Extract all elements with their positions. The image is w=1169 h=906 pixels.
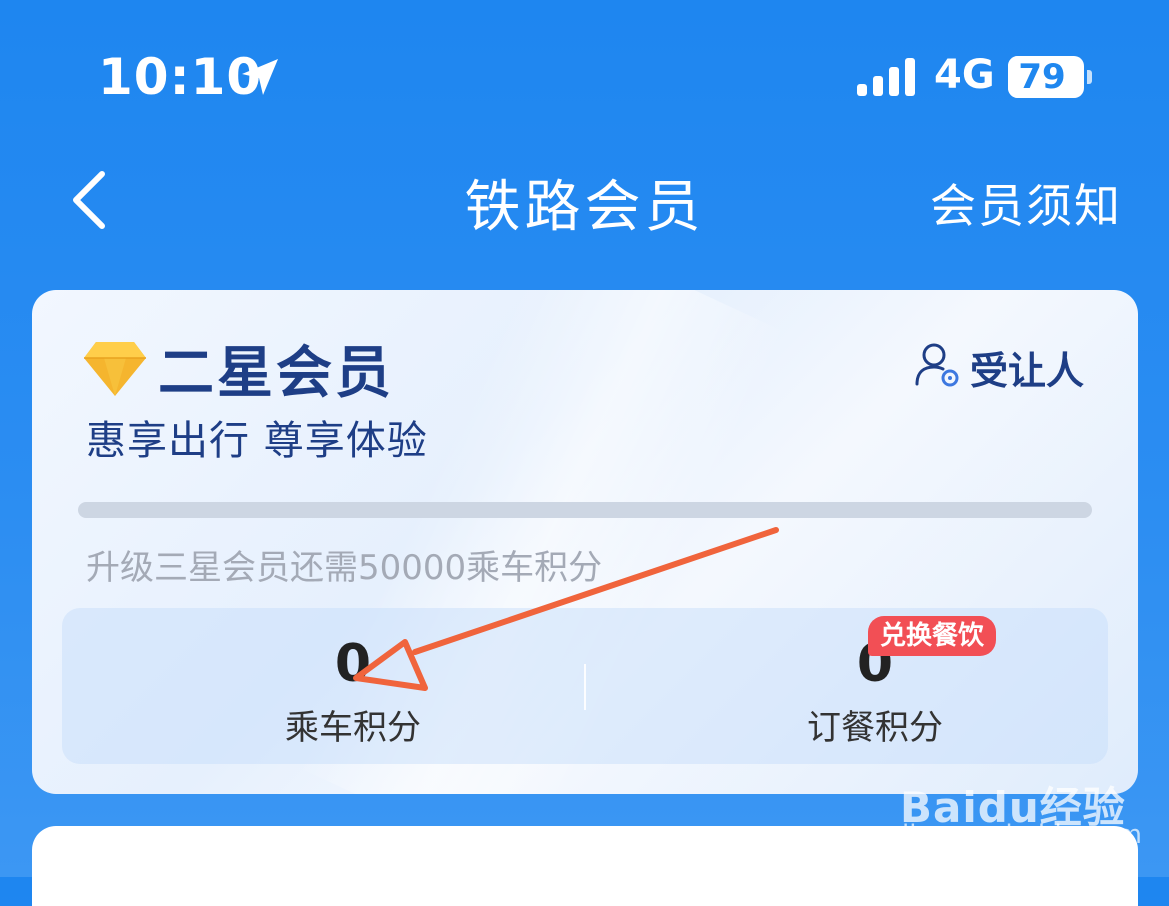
- points-divider: [584, 664, 586, 710]
- person-gear-icon[interactable]: [914, 340, 964, 390]
- member-notice-link[interactable]: 会员须知: [930, 170, 1122, 236]
- ride-points-label[interactable]: 乘车积分: [242, 700, 464, 749]
- redeem-meal-badge[interactable]: 兑换餐饮: [868, 616, 997, 656]
- signal-icon: [857, 58, 915, 96]
- battery-icon: 79: [1008, 56, 1084, 98]
- location-arrow-icon: [242, 59, 278, 95]
- ride-points-value[interactable]: 0: [302, 634, 404, 694]
- upgrade-progress-bar: [78, 502, 1092, 518]
- baidu-watermark-url: jingyan.baidu.com: [902, 820, 1142, 850]
- upgrade-hint: 升级三星会员还需50000乘车积分: [86, 548, 603, 588]
- battery-cap: [1087, 70, 1092, 84]
- transferee-button[interactable]: 受让人: [970, 340, 1084, 395]
- membership-card: 二星会员 惠享出行 尊享体验 受让人 升级三星会员还需50000乘车积分 0 乘…: [32, 290, 1138, 794]
- member-slogan: 惠享出行 尊享体验: [86, 418, 428, 464]
- meal-points-label[interactable]: 订餐积分: [764, 700, 986, 749]
- diamond-icon: [84, 342, 146, 396]
- network-type: 4G: [934, 52, 995, 98]
- member-level: 二星会员: [158, 341, 394, 406]
- battery-level: 79: [1018, 57, 1066, 97]
- points-panel: 0 乘车积分 0 订餐积分 兑换餐饮: [62, 608, 1108, 764]
